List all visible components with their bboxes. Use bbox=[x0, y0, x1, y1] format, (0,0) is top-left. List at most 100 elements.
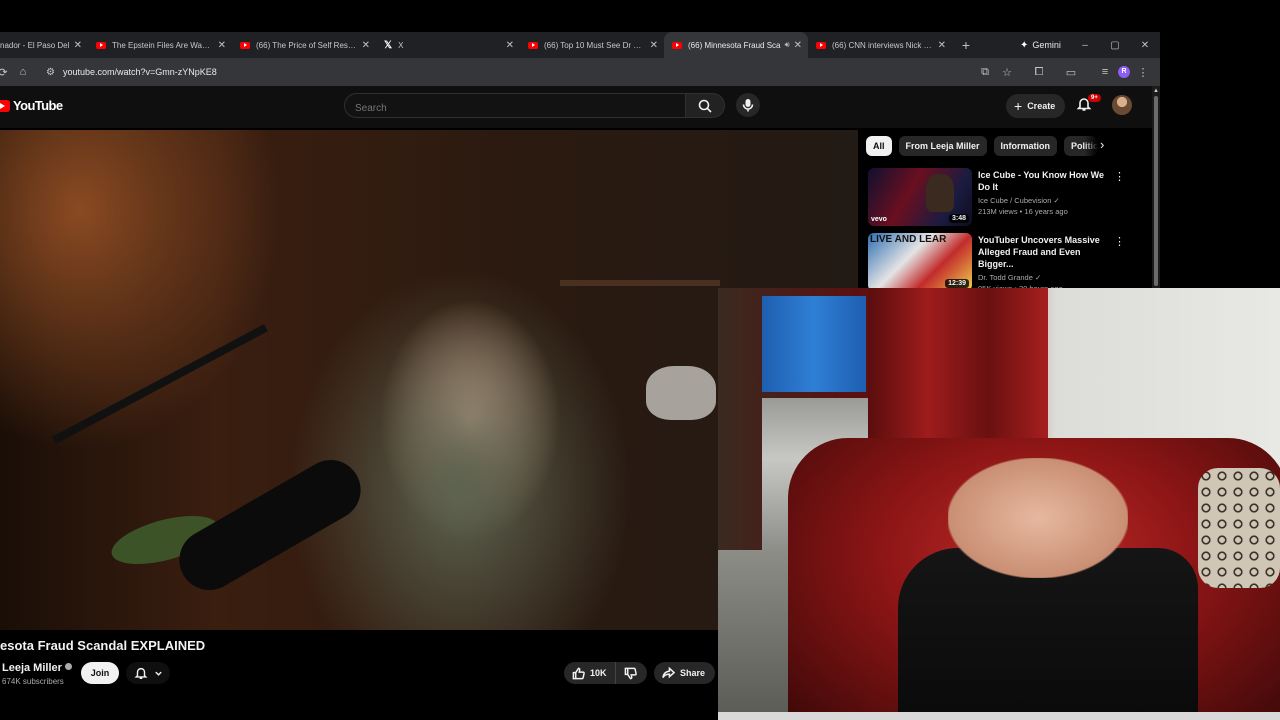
tab-close-icon[interactable]: ✕ bbox=[650, 40, 658, 51]
chevron-down-icon bbox=[154, 671, 162, 676]
create-button[interactable]: + Create bbox=[1006, 94, 1066, 118]
video-thumbnail[interactable]: vevo 3:48 bbox=[868, 168, 972, 226]
tab-title: (66) CNN interviews Nick Sho bbox=[832, 40, 934, 50]
extensions-icon[interactable]: ⧠ bbox=[1028, 66, 1050, 79]
search-input[interactable] bbox=[344, 93, 686, 118]
new-tab-icon[interactable]: + bbox=[956, 37, 976, 53]
bookmark-star-icon[interactable]: ☆ bbox=[996, 66, 1018, 79]
verified-icon: ✓ bbox=[1053, 196, 1060, 205]
tab-title: (66) Minnesota Fraud Sca bbox=[688, 40, 781, 50]
subscription-bell-button[interactable] bbox=[126, 662, 170, 684]
mic-icon bbox=[742, 99, 754, 112]
search-button[interactable] bbox=[685, 93, 725, 118]
tab-close-icon[interactable]: ✕ bbox=[218, 40, 226, 51]
youtube-icon bbox=[240, 41, 250, 49]
like-button[interactable]: 10K bbox=[564, 662, 616, 684]
gemini-spark-icon: ✦ bbox=[1020, 39, 1029, 51]
recommendation-channel-name: Ice Cube / Cubevision bbox=[978, 196, 1052, 205]
install-icon[interactable]: ⧉ bbox=[974, 66, 996, 79]
dislike-button[interactable] bbox=[616, 662, 647, 684]
browser-tab-active[interactable]: (66) Minnesota Fraud Sca 🔊︎ ✕ bbox=[664, 32, 808, 58]
browser-tab[interactable]: (66) Top 10 Must See Dr Dof ✕ bbox=[520, 32, 664, 58]
video-thumbnail[interactable]: LIVE AND LEAR 12:39 bbox=[868, 233, 972, 291]
browser-tab[interactable]: (66) CNN interviews Nick Sho ✕ bbox=[808, 32, 952, 58]
tab-title: X bbox=[398, 40, 404, 50]
tab-close-icon[interactable]: ✕ bbox=[938, 40, 946, 51]
recommendation-item[interactable]: vevo 3:48 Ice Cube - You Know How We Do … bbox=[868, 168, 1148, 228]
chip-politics[interactable]: Politic bbox=[1064, 136, 1099, 156]
scroll-up-arrow-icon[interactable]: ▲ bbox=[1153, 88, 1159, 94]
gemini-label: Gemini bbox=[1032, 40, 1061, 50]
youtube-icon bbox=[528, 41, 538, 49]
channel-row: Leeja Miller 674K subscribers Join 10K S… bbox=[0, 660, 718, 690]
tab-close-icon[interactable]: ✕ bbox=[74, 40, 82, 51]
tab-title: nador - El Paso Del bbox=[0, 40, 70, 50]
tab-close-icon[interactable]: ✕ bbox=[362, 40, 370, 51]
chip-information[interactable]: Information bbox=[993, 136, 1058, 156]
plus-icon: + bbox=[1014, 98, 1023, 114]
video-scene-shelf bbox=[560, 280, 720, 286]
duration-badge: 12:39 bbox=[945, 279, 969, 288]
recommendation-meta: Ice Cube - You Know How We Do It Ice Cub… bbox=[978, 169, 1108, 216]
join-button[interactable]: Join bbox=[81, 662, 119, 684]
recommendation-channel[interactable]: Ice Cube / Cubevision ✓ bbox=[978, 196, 1108, 205]
site-info-icon[interactable]: ⚙ bbox=[46, 67, 55, 78]
browser-tab[interactable]: 𝕏 X ✕ bbox=[376, 32, 520, 58]
profile-avatar[interactable]: R bbox=[1118, 66, 1130, 78]
more-options-icon[interactable]: ⋮ bbox=[1114, 170, 1125, 183]
browser-menu-icon[interactable]: ⋮ bbox=[1132, 66, 1154, 79]
youtube-icon bbox=[816, 41, 826, 49]
notification-badge: 9+ bbox=[1088, 94, 1101, 102]
sidepanel-icon[interactable]: ▭ bbox=[1060, 66, 1082, 79]
chevron-right-icon[interactable]: › bbox=[1100, 137, 1104, 152]
x-icon: 𝕏 bbox=[384, 39, 393, 51]
tab-close-icon[interactable]: ✕ bbox=[794, 40, 802, 51]
webcam-scene-pillow bbox=[1198, 468, 1280, 588]
tab-close-icon[interactable]: ✕ bbox=[506, 40, 514, 51]
speaker-icon[interactable]: 🔊︎ bbox=[785, 40, 790, 50]
recommendation-channel-name: Dr. Todd Grande bbox=[978, 273, 1033, 282]
page-scrollbar[interactable] bbox=[1152, 86, 1160, 288]
webcam-scene-person bbox=[948, 458, 1128, 578]
like-dislike-pill: 10K bbox=[564, 662, 647, 684]
window-close-icon[interactable]: ✕ bbox=[1130, 40, 1160, 51]
recommendation-title[interactable]: Ice Cube - You Know How We Do It bbox=[978, 169, 1108, 193]
webcam-bottom-bar bbox=[718, 712, 1280, 720]
verified-icon: ✓ bbox=[1035, 273, 1042, 282]
verified-icon bbox=[64, 663, 72, 670]
maximize-icon[interactable]: ▢ bbox=[1100, 40, 1130, 51]
channel-name-link[interactable]: Leeja Miller bbox=[2, 662, 72, 674]
chip-from-channel[interactable]: From Leeja Miller bbox=[898, 136, 987, 156]
browser-tab[interactable]: nador - El Paso Del ✕ bbox=[0, 32, 88, 58]
address-bar[interactable]: ⚙ youtube.com/watch?v=Gmn-zYNpKE8 bbox=[36, 61, 972, 83]
more-options-icon[interactable]: ⋮ bbox=[1114, 235, 1125, 248]
browser-toolbar: ⟳ ⌂ ⚙ youtube.com/watch?v=Gmn-zYNpKE8 ⧉ … bbox=[0, 58, 1160, 86]
youtube-header: YouTube + Create 9+ bbox=[0, 86, 1160, 128]
chip-all[interactable]: All bbox=[866, 136, 892, 156]
notifications-button[interactable]: 9+ bbox=[1076, 94, 1101, 117]
account-avatar[interactable] bbox=[1112, 95, 1132, 115]
recommendation-title[interactable]: YouTuber Uncovers Massive Alleged Fraud … bbox=[978, 234, 1108, 270]
thumbnail-label: LIVE AND LEAR bbox=[870, 234, 947, 245]
thumbs-down-icon bbox=[624, 667, 637, 679]
bell-icon bbox=[133, 667, 148, 679]
recommendation-item[interactable]: LIVE AND LEAR 12:39 YouTuber Uncovers Ma… bbox=[868, 233, 1148, 293]
media-controls-icon[interactable]: ≡ bbox=[1094, 66, 1116, 78]
share-button[interactable]: Share bbox=[654, 662, 716, 684]
browser-tab[interactable]: The Epstein Files Are Way W ✕ bbox=[88, 32, 232, 58]
gemini-button[interactable]: ✦ Gemini bbox=[1020, 40, 1061, 51]
scrollbar-thumb[interactable] bbox=[1154, 96, 1158, 286]
browser-tab-strip: nador - El Paso Del ✕ The Epstein Files … bbox=[0, 32, 1160, 58]
home-icon[interactable]: ⌂ bbox=[12, 66, 34, 78]
channel-name: Leeja Miller bbox=[2, 662, 62, 674]
voice-search-button[interactable] bbox=[736, 93, 760, 117]
subscriber-count: 674K subscribers bbox=[2, 677, 64, 686]
webcam-overlay bbox=[718, 288, 1280, 720]
youtube-icon bbox=[0, 99, 10, 112]
browser-tab[interactable]: (66) The Price of Self Respect ✕ bbox=[232, 32, 376, 58]
recommendation-channel[interactable]: Dr. Todd Grande ✓ bbox=[978, 273, 1108, 282]
youtube-icon bbox=[672, 41, 682, 49]
create-label: Create bbox=[1027, 101, 1056, 111]
minimize-icon[interactable]: – bbox=[1070, 40, 1100, 51]
youtube-logo[interactable]: YouTube bbox=[0, 98, 63, 113]
